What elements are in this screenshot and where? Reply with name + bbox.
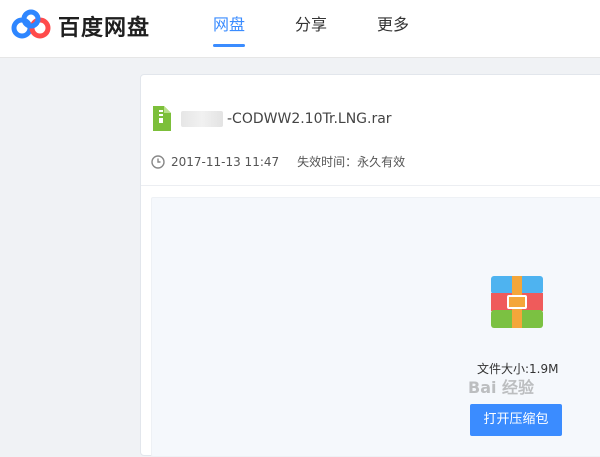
archive-preview-area: 文件大小:1.9M 打开压缩包 [151, 197, 600, 457]
share-date: 2017-11-13 11:47 [171, 154, 280, 169]
watermark-logo: Bai 经验 [468, 378, 535, 397]
brand-logo[interactable]: 百度网盘 [10, 8, 150, 44]
open-archive-button[interactable]: 打开压缩包 [470, 404, 562, 436]
nav-item-wangpan[interactable]: 网盘 [213, 0, 246, 57]
file-title-row: -CODWW2.10Tr.LNG.rar [151, 106, 392, 131]
brand-name: 百度网盘 [58, 16, 151, 41]
file-meta-row: 2017-11-13 11:47 失效时间：永久有效 [151, 153, 405, 170]
nav-item-share[interactable]: 分享 [295, 0, 327, 57]
baidu-cloud-logo-icon [11, 9, 51, 39]
main-nav: 网盘 分享 更多 [213, 0, 459, 57]
clock-icon [151, 154, 165, 169]
nav-item-more[interactable]: 更多 [377, 0, 409, 57]
redacted-filename-part [181, 110, 223, 127]
zip-file-icon [153, 106, 171, 131]
expiry-text: 失效时间：永久有效 [297, 155, 406, 169]
top-navigation-bar: 百度网盘 网盘 分享 更多 [0, 0, 600, 58]
divider [141, 185, 600, 186]
file-name[interactable]: -CODWW2.10Tr.LNG.rar [227, 111, 392, 127]
archive-box-icon [491, 276, 543, 328]
